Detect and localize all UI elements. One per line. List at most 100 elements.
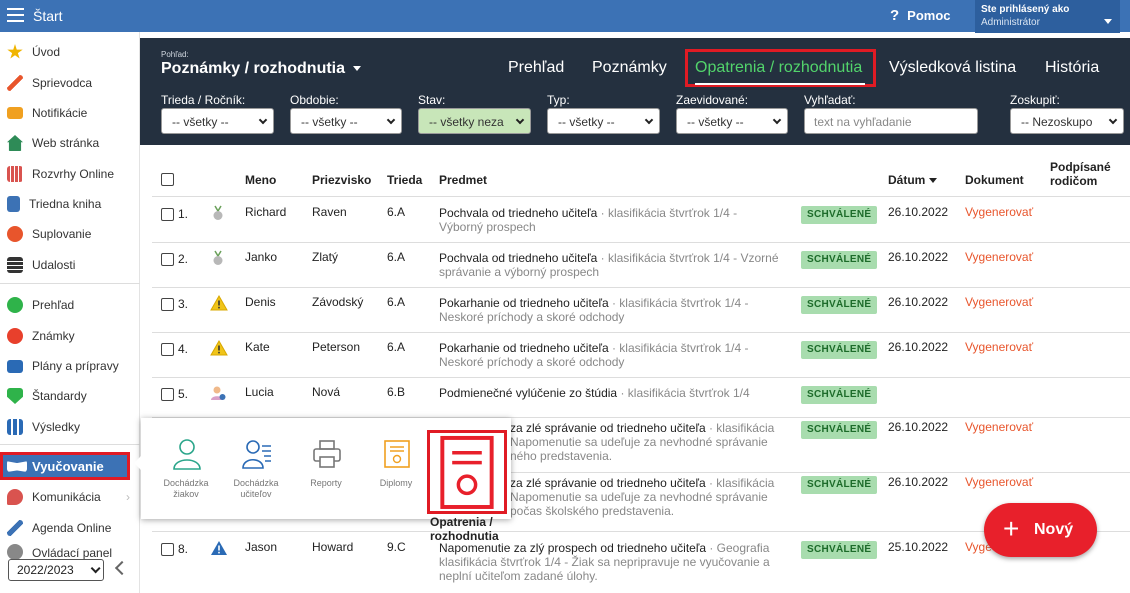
row-checkbox[interactable]: [161, 253, 174, 266]
filter-typ-select[interactable]: -- všetky --: [547, 108, 660, 134]
top-bar: Štart ? Pomoc Ste prihlásený ako Administ…: [0, 0, 1130, 33]
chevron-down-icon: [1108, 115, 1118, 125]
row-checkbox[interactable]: [161, 388, 174, 401]
row-checkbox[interactable]: [161, 298, 174, 311]
filter-label: Zoskupiť:: [1010, 93, 1060, 107]
cell-surname: Raven: [312, 205, 347, 219]
caret-down-icon: [353, 66, 362, 72]
caret-down-icon: [1104, 19, 1112, 24]
tab-opatrenia-rozhodnutia[interactable]: Opatrenia / rozhodnutia: [695, 59, 862, 77]
sidebar-item-ovladaci-panel[interactable]: Ovládací panel: [0, 544, 140, 560]
briefcase-icon: [7, 359, 23, 373]
cell-name: Lucia: [245, 385, 274, 399]
active-tab-underline: [695, 83, 865, 85]
status-badge: SCHVÁLENÉ: [801, 296, 878, 314]
sidebar-item-triedna-kniha[interactable]: Triedna kniha: [0, 190, 140, 218]
cell-subject[interactable]: Napomenutie za zlý prospech od triedneho…: [439, 541, 784, 583]
cell-subject[interactable]: Pochvala od triedneho učiteľa · klasifik…: [439, 206, 784, 234]
filter-zoskupit-select[interactable]: -- Nezoskupo: [1010, 108, 1124, 134]
sidebar-item-vyucovanie[interactable]: Vyučovanie: [0, 452, 130, 480]
cell-subject[interactable]: za zlé správanie od triedneho učiteľa · …: [510, 476, 785, 518]
view-selector[interactable]: Poznámky / rozhodnutia: [161, 60, 362, 78]
question-icon: ?: [890, 7, 900, 24]
column-header-surname[interactable]: Priezvisko: [312, 173, 371, 187]
sidebar-item-prehlad[interactable]: Prehľad: [0, 291, 140, 319]
generate-document-link[interactable]: Vygenerovať: [965, 250, 1033, 264]
filter-obdobie-select[interactable]: -- všetky --: [290, 108, 402, 134]
chevron-down-icon: [515, 115, 525, 125]
column-header-class[interactable]: Trieda: [387, 173, 422, 187]
chevron-right-icon: ›: [126, 490, 130, 504]
sidebar-item-suplovanie[interactable]: Suplovanie: [0, 220, 140, 248]
cell-subject[interactable]: Pokarhanie od triedneho učiteľa · klasif…: [439, 341, 784, 369]
chevron-down-icon: [90, 563, 101, 574]
cell-subject[interactable]: Pochvala od triedneho učiteľa · klasifik…: [439, 251, 784, 279]
select-all-checkbox[interactable]: [161, 173, 174, 186]
column-header-subject[interactable]: Predmet: [439, 173, 487, 187]
sidebar-item-standardy[interactable]: Štandardy: [0, 382, 140, 410]
collapse-sidebar-icon[interactable]: [114, 560, 130, 576]
status-badge: SCHVÁLENÉ: [801, 541, 878, 559]
sidebar-item-vysledky[interactable]: Výsledky: [0, 413, 140, 441]
cell-subject[interactable]: Podmienečné vylúčenie zo štúdia · klasif…: [439, 386, 784, 400]
filter-trieda-select[interactable]: -- všetky --: [161, 108, 274, 134]
filter-stav-select[interactable]: -- všetky neza: [418, 108, 531, 134]
filter-label: Zaevidované:: [676, 93, 749, 107]
sidebar-item-rozvrhy[interactable]: Rozvrhy Online: [0, 160, 140, 188]
start-link[interactable]: Štart: [33, 8, 63, 24]
row-checkbox[interactable]: [161, 543, 174, 556]
hamburger-menu-icon[interactable]: [7, 8, 24, 22]
vyucovanie-submenu: Dochádzka žiakov Dochádzka učiteľov Report…: [134, 418, 511, 543]
school-year-select[interactable]: 2022/2023: [8, 559, 104, 581]
help-link[interactable]: ? Pomoc: [890, 7, 951, 24]
sidebar-item-uvod[interactable]: Úvod: [0, 38, 140, 66]
column-header-name[interactable]: Meno: [245, 173, 276, 187]
tab-prehlad[interactable]: Prehľad: [508, 59, 564, 77]
filter-zaevidovane-select[interactable]: -- všetky --: [676, 108, 788, 134]
submenu-dochadzka-ucitelov[interactable]: Dochádzka učiteľov: [221, 418, 291, 519]
submenu-diplomy[interactable]: Diplomy: [361, 418, 431, 519]
tab-historia[interactable]: História: [1045, 59, 1099, 77]
submenu-dochadzka-ziakov[interactable]: Dochádzka žiakov: [151, 418, 221, 519]
cell-date: 25.10.2022: [888, 540, 949, 554]
tab-poznamky[interactable]: Poznámky: [592, 59, 667, 77]
column-header-signed[interactable]: Podpísané rodičom: [1050, 160, 1111, 188]
generate-document-link[interactable]: Vygenerovať: [965, 475, 1033, 489]
envelope-icon: [7, 107, 23, 119]
sidebar-item-udalosti[interactable]: Udalosti: [0, 251, 140, 279]
new-button[interactable]: + Nový: [984, 503, 1097, 557]
user-menu[interactable]: Ste prihlásený ako Administrátor: [975, 0, 1120, 33]
generate-document-link[interactable]: Vygenerovať: [965, 340, 1033, 354]
generate-document-link[interactable]: Vygenerovať: [965, 295, 1033, 309]
sidebar-item-agenda[interactable]: Agenda Online: [0, 514, 140, 542]
decisions-table: Meno Priezvisko Trieda Predmet Dátum Dok…: [140, 145, 1130, 593]
user-flag-icon: [210, 385, 226, 401]
row-number: 1.: [178, 207, 189, 221]
sidebar-item-web-stranka[interactable]: Web stránka: [0, 129, 140, 157]
cell-subject[interactable]: Pokarhanie od triedneho učiteľa · klasif…: [439, 296, 784, 324]
tab-vysledkova-listina[interactable]: Výsledková listina: [889, 59, 1016, 77]
cell-subject[interactable]: za zlé správanie od triedneho učiteľa · …: [510, 421, 785, 463]
submenu-opatrenia-rozhodnutia[interactable]: Opatrenia / rozhodnutia: [427, 430, 507, 543]
column-header-date[interactable]: Dátum: [888, 173, 937, 187]
cell-surname: Zlatý: [312, 250, 339, 264]
sidebar-item-notifikacie[interactable]: Notifikácie: [0, 99, 140, 127]
generate-document-link[interactable]: Vygenerovať: [965, 205, 1033, 219]
submenu-reporty[interactable]: Reporty: [291, 418, 361, 519]
search-input[interactable]: text na vyhľadanie: [804, 108, 978, 134]
sidebar-item-komunikacia[interactable]: Komunikácia ›: [0, 483, 140, 511]
sidebar-item-znamky[interactable]: Známky: [0, 322, 140, 350]
cell-class: 6.A: [387, 205, 406, 219]
bar-chart-icon: [7, 419, 23, 435]
sidebar-item-plany[interactable]: Plány a prípravy: [0, 352, 140, 380]
row-number: 2.: [178, 252, 189, 266]
printer-icon: [313, 440, 341, 468]
generate-document-link[interactable]: Vygenerovať: [965, 420, 1033, 434]
row-checkbox[interactable]: [161, 343, 174, 356]
row-checkbox[interactable]: [161, 208, 174, 221]
column-header-document[interactable]: Dokument: [965, 173, 1024, 187]
cell-class: 6.A: [387, 250, 406, 264]
filter-label: Obdobie:: [290, 93, 339, 107]
chevron-down-icon: [386, 115, 396, 125]
sidebar-item-sprievodca[interactable]: Sprievodca: [0, 69, 140, 97]
